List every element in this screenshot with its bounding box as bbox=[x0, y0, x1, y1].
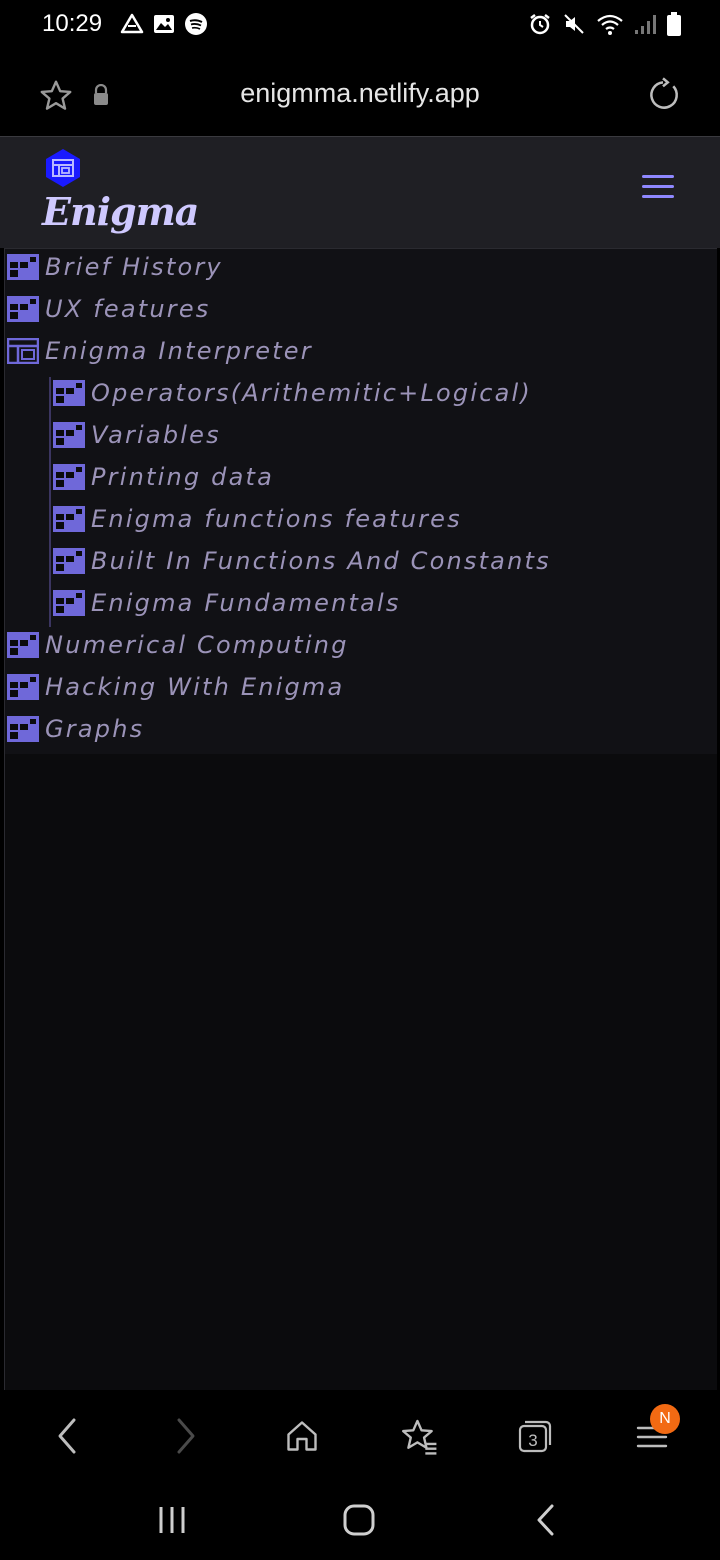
tree-item-label: Hacking With Enigma bbox=[45, 673, 345, 701]
tree-item[interactable]: Printing data bbox=[53, 459, 274, 495]
tree-item[interactable]: Hacking With Enigma bbox=[7, 669, 344, 705]
address-bar: enigmma.netlify.app bbox=[0, 52, 720, 137]
folder-icon bbox=[7, 296, 39, 322]
tree-item-label: UX features bbox=[45, 295, 211, 323]
signal-icon bbox=[634, 12, 656, 40]
system-navbar bbox=[0, 1480, 720, 1560]
battery-icon bbox=[666, 11, 682, 41]
tree-guide-line bbox=[49, 377, 51, 627]
tree-item[interactable]: Enigma Fundamentals bbox=[53, 585, 401, 621]
tab-count: 3 bbox=[528, 1431, 537, 1450]
menu-notification-badge: N bbox=[650, 1404, 680, 1434]
recent-apps-icon[interactable] bbox=[147, 1498, 197, 1542]
tree-item[interactable]: Built In Functions And Constants bbox=[53, 543, 551, 579]
enigma-logo-icon[interactable] bbox=[44, 148, 82, 192]
wifi-icon bbox=[596, 12, 624, 40]
tree-item[interactable]: Numerical Computing bbox=[7, 627, 349, 663]
tabs-button[interactable]: 3 bbox=[511, 1412, 559, 1460]
tree-item[interactable]: Operators(Arithemitic+Logical) bbox=[53, 375, 532, 411]
tree-item-label: Printing data bbox=[91, 463, 275, 491]
tree-item[interactable]: Enigma functions features bbox=[53, 501, 462, 537]
folder-icon bbox=[7, 632, 39, 658]
tree-item-label: Enigma Interpreter bbox=[45, 337, 313, 365]
tree-item[interactable]: Enigma Interpreter bbox=[7, 333, 313, 369]
folder-open-icon bbox=[7, 338, 39, 364]
tree-item-label: Built In Functions And Constants bbox=[91, 547, 551, 575]
reload-icon[interactable] bbox=[644, 76, 682, 118]
tree-item-label: Numerical Computing bbox=[45, 631, 349, 659]
tree-item[interactable]: Graphs bbox=[7, 711, 144, 747]
folder-icon bbox=[7, 716, 39, 742]
url-text[interactable]: enigmma.netlify.app bbox=[0, 78, 720, 109]
docs-content: Brief History UX features Enigma Interpret… bbox=[4, 248, 717, 1391]
folder-icon bbox=[7, 254, 39, 280]
status-bar: 10:29 bbox=[0, 0, 720, 52]
tree-item-label: Enigma Fundamentals bbox=[91, 589, 401, 617]
folder-icon bbox=[53, 422, 85, 448]
home-button[interactable] bbox=[278, 1412, 326, 1460]
tree-item-label: Brief History bbox=[45, 253, 223, 281]
tree-item-label: Graphs bbox=[45, 715, 145, 743]
status-time: 10:29 bbox=[42, 10, 103, 37]
tree-item-label: Enigma functions features bbox=[91, 505, 462, 533]
mute-icon bbox=[562, 12, 586, 40]
folder-icon bbox=[53, 590, 85, 616]
folder-icon bbox=[7, 674, 39, 700]
bookmarks-button[interactable] bbox=[395, 1412, 443, 1460]
forward-button[interactable] bbox=[162, 1412, 210, 1460]
image-icon bbox=[152, 12, 176, 40]
folder-icon bbox=[53, 464, 85, 490]
tree-item[interactable]: Brief History bbox=[7, 249, 223, 285]
drive-icon bbox=[120, 12, 144, 40]
tree-item-label: Variables bbox=[91, 421, 221, 449]
browser-toolbar: 3 bbox=[0, 1390, 720, 1480]
site-header: Enigma bbox=[0, 137, 720, 248]
menu-hamburger-icon[interactable] bbox=[642, 175, 674, 201]
folder-icon bbox=[53, 548, 85, 574]
home-nav-icon[interactable] bbox=[334, 1498, 384, 1542]
back-nav-icon[interactable] bbox=[521, 1498, 571, 1542]
site-brand[interactable]: Enigma bbox=[42, 189, 199, 234]
spotify-icon bbox=[184, 12, 208, 40]
folder-icon bbox=[53, 506, 85, 532]
back-button[interactable] bbox=[43, 1412, 91, 1460]
tree-item[interactable]: UX features bbox=[7, 291, 211, 327]
tree-item[interactable]: Variables bbox=[53, 417, 221, 453]
folder-icon bbox=[53, 380, 85, 406]
tree-item-label: Operators(Arithemitic+Logical) bbox=[91, 379, 532, 407]
alarm-icon bbox=[528, 12, 552, 40]
